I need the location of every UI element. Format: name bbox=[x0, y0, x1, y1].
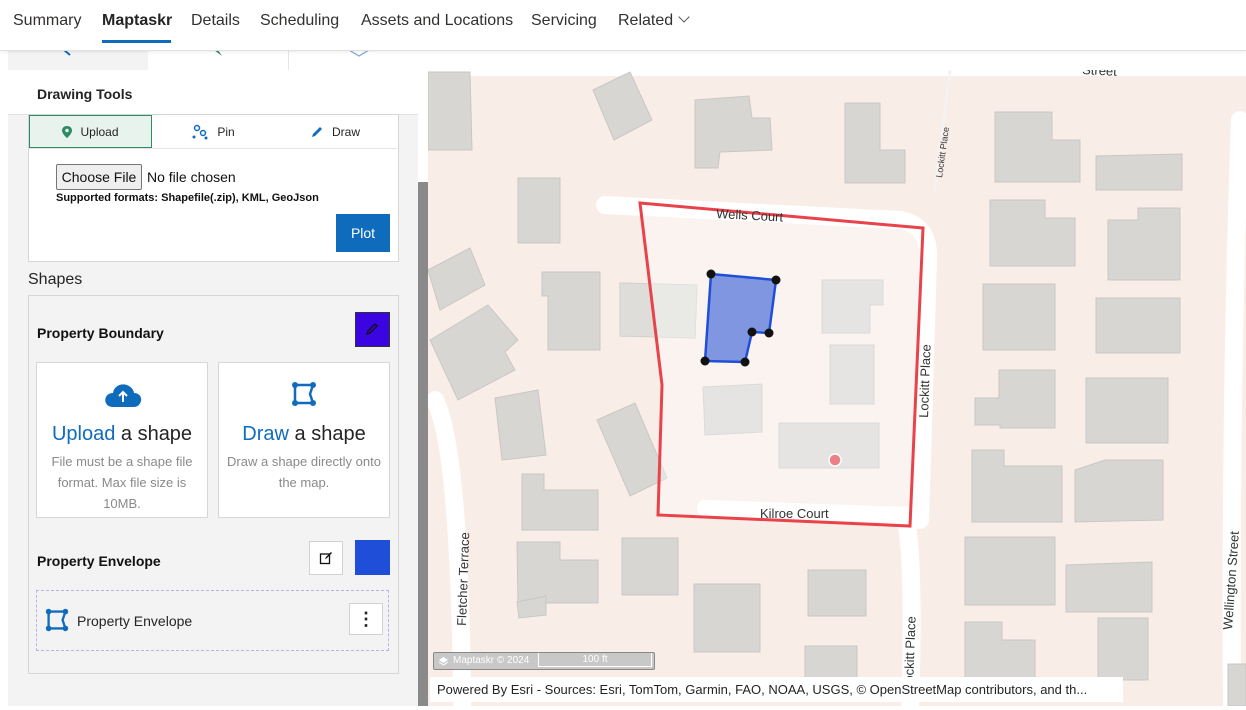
scale-brand: Maptaskr © 2024 bbox=[438, 655, 529, 666]
tool-tab-pin-label: Pin bbox=[217, 124, 235, 139]
draw-shape-icon bbox=[292, 382, 316, 406]
property-boundary-color-swatch[interactable] bbox=[355, 312, 390, 347]
vertex-handle bbox=[740, 357, 750, 367]
map-top-strip bbox=[428, 50, 1246, 70]
tool-tab-upload[interactable]: Upload bbox=[29, 115, 152, 148]
pins-icon bbox=[192, 124, 208, 139]
panel-title: Drawing Tools bbox=[37, 86, 133, 102]
chevron-icon bbox=[63, 50, 71, 56]
upload-card-heading: Upload a shape bbox=[37, 423, 207, 446]
leaf-icon bbox=[214, 50, 222, 56]
map-view[interactable]: Wells Court Kilroe Court Lockitt Place L… bbox=[428, 70, 1246, 706]
maptaskr-logo-icon bbox=[438, 656, 449, 666]
map-marker-icon bbox=[62, 125, 73, 138]
property-envelope-color-swatch[interactable] bbox=[355, 540, 390, 575]
tab-summary[interactable]: Summary bbox=[13, 12, 81, 30]
tab-related-label: Related bbox=[618, 12, 674, 29]
draw-card-heading-rest: a shape bbox=[288, 423, 366, 445]
map-scale-bar: Maptaskr © 2024 100 ft bbox=[433, 652, 655, 670]
draw-card-heading: Draw a shape bbox=[219, 423, 389, 446]
tab-assets-and-locations[interactable]: Assets and Locations bbox=[361, 12, 513, 30]
layers-icon bbox=[348, 49, 370, 57]
property-boundary-title: Property Boundary bbox=[37, 325, 164, 341]
vertex-handle bbox=[700, 356, 710, 366]
envelope-item-label: Property Envelope bbox=[77, 613, 193, 629]
envelope-shape-icon bbox=[45, 608, 69, 632]
tab-related[interactable]: Related bbox=[618, 11, 690, 30]
pencil-icon bbox=[311, 126, 322, 137]
draw-card-description: Draw a shape directly onto the map. bbox=[227, 454, 381, 490]
upload-shape-card[interactable]: Upload a shape File must be a shape file… bbox=[36, 362, 208, 518]
edit-icon bbox=[319, 552, 332, 565]
tool-tab-upload-label: Upload bbox=[80, 124, 119, 139]
scale-brand-text: Maptaskr © 2024 bbox=[453, 655, 530, 666]
cloud-upload-icon bbox=[105, 384, 142, 407]
upload-card-description: File must be a shape file format. Max fi… bbox=[51, 454, 193, 511]
supported-formats: Supported formats: Shapefile(.zip), KML,… bbox=[56, 192, 319, 204]
subtab-active[interactable] bbox=[148, 50, 288, 72]
tool-tab-pin[interactable]: Pin bbox=[152, 115, 274, 148]
subtab-layers[interactable] bbox=[288, 49, 429, 72]
upload-card-heading-rest: a shape bbox=[115, 423, 193, 445]
choose-file-button[interactable]: Choose File bbox=[56, 164, 142, 190]
map-canvas[interactable]: Wells Court Kilroe Court Lockitt Place L… bbox=[428, 70, 1246, 706]
vertex-handle bbox=[771, 275, 781, 285]
tool-tab-draw-label: Draw bbox=[331, 124, 360, 139]
street-label-lockitt-place: Lockitt Place bbox=[916, 344, 934, 418]
location-pin-icon[interactable] bbox=[828, 453, 842, 467]
chevron-down-icon bbox=[678, 11, 690, 23]
pencil-icon bbox=[365, 323, 378, 336]
tool-divider bbox=[29, 148, 397, 149]
panel-scrollbar[interactable] bbox=[418, 182, 428, 706]
active-tab-indicator bbox=[102, 40, 171, 43]
map-attribution: Powered By Esri - Sources: Esri, TomTom,… bbox=[430, 677, 1123, 702]
tab-details[interactable]: Details bbox=[191, 12, 240, 30]
draw-link[interactable]: Draw bbox=[242, 423, 289, 445]
shapes-heading: Shapes bbox=[28, 271, 83, 288]
property-boundary-polygon[interactable] bbox=[638, 201, 925, 528]
edit-envelope-button[interactable] bbox=[309, 541, 343, 575]
file-status: No file chosen bbox=[147, 169, 236, 185]
plot-button[interactable]: Plot bbox=[336, 214, 390, 252]
tab-scheduling[interactable]: Scheduling bbox=[260, 12, 339, 30]
scale-label: 100 ft bbox=[538, 653, 652, 667]
property-envelope-title: Property Envelope bbox=[37, 553, 161, 569]
more-options-button[interactable]: ⋮ bbox=[349, 603, 383, 635]
tab-maptaskr[interactable]: Maptaskr bbox=[102, 12, 172, 30]
vertex-handle bbox=[764, 328, 774, 338]
vertex-handle bbox=[747, 327, 757, 337]
vertex-handle bbox=[706, 269, 716, 279]
street-label-kilroe-court: Kilroe Court bbox=[760, 506, 829, 521]
top-navigation: Summary Maptaskr Details Scheduling Asse… bbox=[0, 0, 1246, 51]
upload-link[interactable]: Upload bbox=[52, 423, 115, 445]
draw-shape-card[interactable]: Draw a shape Draw a shape directly onto … bbox=[218, 362, 390, 518]
tool-tab-draw[interactable]: Draw bbox=[274, 115, 396, 148]
tab-servicing[interactable]: Servicing bbox=[531, 12, 597, 30]
